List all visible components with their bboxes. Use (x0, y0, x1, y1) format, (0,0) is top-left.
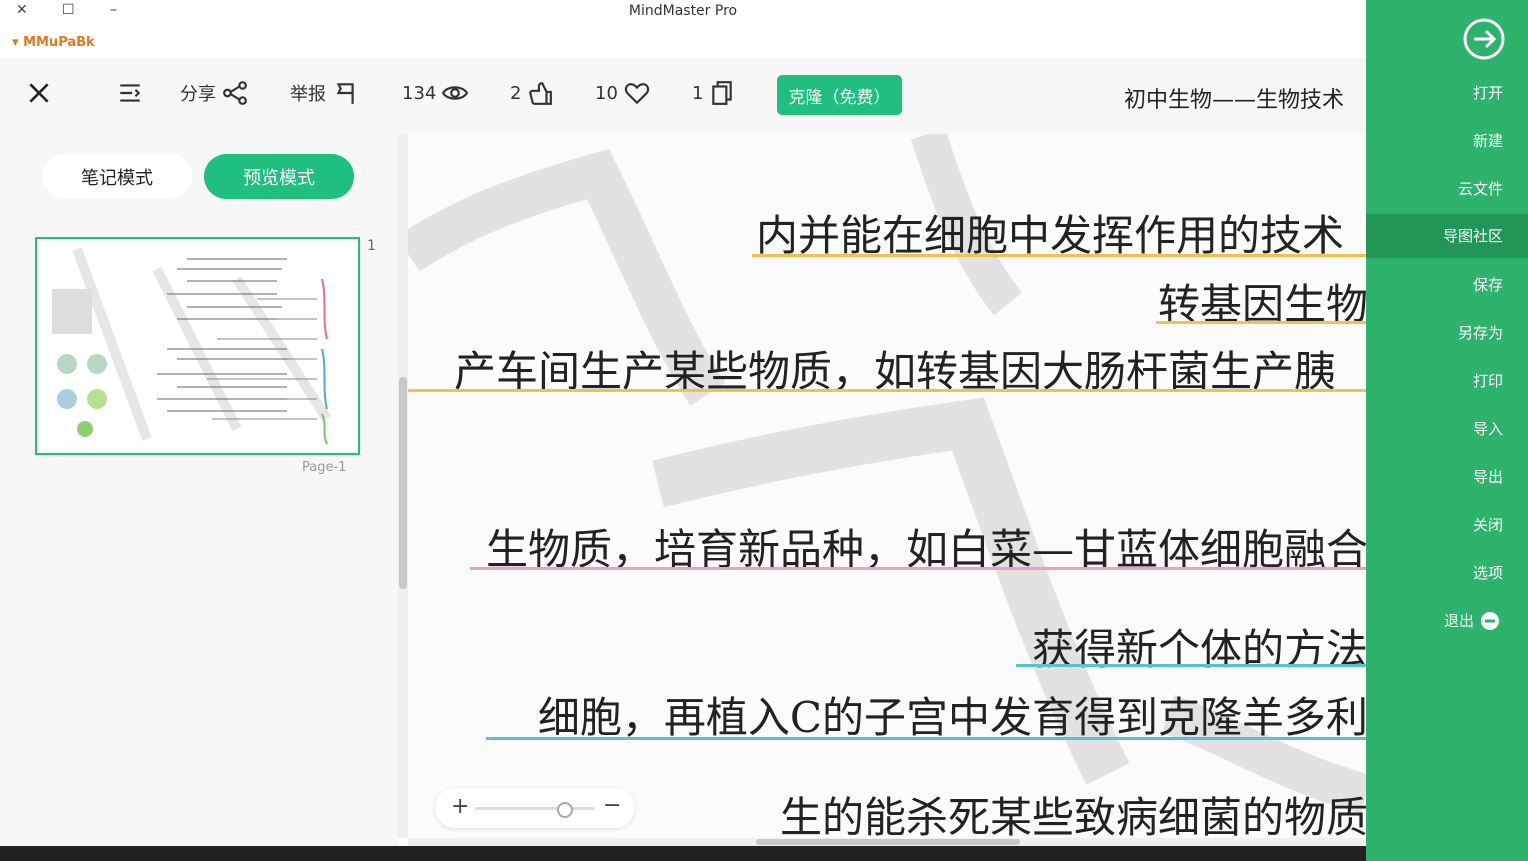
canvas-horizontal-scrollbar[interactable] (408, 838, 1366, 846)
zoom-slider[interactable] (475, 807, 595, 810)
mindmap-canvas[interactable]: 内并能在细胞中发挥作用的技术 转基因生物 产车间生产某些物质，如转基因大肠杆菌生… (408, 134, 1366, 838)
views-counter: 134 (402, 80, 469, 106)
node-connector (752, 254, 1366, 257)
close-preview-button[interactable] (26, 80, 52, 106)
zoom-control: + − (435, 788, 635, 828)
taskbar-strip (0, 846, 1366, 861)
close-icon (29, 83, 49, 103)
page-number: 1 (367, 238, 376, 254)
brand-menu[interactable]: ▾ MMuPaBk (12, 35, 95, 50)
heart-icon (624, 83, 650, 105)
mindmap-node[interactable]: 生的能杀死某些致病细菌的物质 (780, 784, 1366, 838)
menu-close[interactable]: 关闭 (1366, 503, 1528, 547)
thumbs-count: 2 (510, 82, 522, 104)
pages-counter: 1 (692, 80, 735, 106)
node-connector (486, 737, 1366, 740)
node-connector (408, 389, 1366, 392)
zoom-out-button[interactable]: − (603, 793, 621, 818)
exit-icon (1481, 611, 1500, 630)
likes-count: 10 (595, 82, 618, 104)
exit-label: 退出 (1444, 612, 1475, 630)
preview-mode-button[interactable]: 预览模式 (204, 154, 354, 199)
menu-save[interactable]: 保存 (1366, 263, 1528, 307)
share-label: 分享 (180, 84, 216, 105)
panel-scrollbar[interactable] (398, 134, 408, 838)
menu-import[interactable]: 导入 (1366, 407, 1528, 451)
menu-print[interactable]: 打印 (1366, 359, 1528, 403)
share-icon (223, 81, 247, 105)
flag-icon (336, 83, 354, 104)
file-menu-sidebar: 打开 新建 云文件 导图社区 保存 另存为 打印 导入 导出 关闭 选项 退出 (1366, 0, 1528, 861)
menu-save-as[interactable]: 另存为 (1366, 311, 1528, 355)
zoom-in-button[interactable]: + (451, 794, 469, 819)
pages-count: 1 (692, 82, 704, 104)
menu-exit[interactable]: 退出 (1444, 610, 1500, 631)
canvas-scrollbar-thumb[interactable] (756, 839, 1020, 845)
note-mode-button[interactable]: 笔记模式 (42, 154, 192, 199)
views-count: 134 (402, 82, 437, 104)
thumbnail-mindmap-preview (52, 247, 332, 445)
favorite-button[interactable]: 10 (595, 80, 650, 106)
app-title: MindMaster Pro (628, 3, 738, 19)
node-connector (1156, 321, 1366, 324)
mindmap-node[interactable]: 获得新个体的方法 (1032, 616, 1366, 677)
menu-export[interactable]: 导出 (1366, 455, 1528, 499)
menu-open[interactable]: 打开 (1366, 71, 1528, 115)
title-bar: ✕ ☐ – MindMaster Pro ▾ MMuPaBk (0, 0, 1366, 58)
brand-label: MMuPaBk (23, 35, 95, 50)
report-label: 举报 (290, 84, 326, 105)
menu-new[interactable]: 新建 (1366, 119, 1528, 163)
node-connector (1016, 664, 1366, 667)
page-label: Page-1 (302, 460, 347, 475)
menu-options[interactable]: 选项 (1366, 551, 1528, 595)
outline-button[interactable] (117, 80, 143, 106)
eye-icon (442, 86, 469, 100)
thumbs-up-button[interactable]: 2 (510, 80, 553, 106)
outline-icon (120, 84, 141, 102)
mindmap-node[interactable]: 细胞，再植入C的子宫中发育得到克隆羊多利 (538, 684, 1366, 745)
pages-icon (712, 81, 733, 105)
document-title: 初中生物——生物技术 (1123, 88, 1344, 113)
node-connector (470, 567, 1366, 570)
report-button[interactable]: 举报 (290, 80, 358, 106)
share-button[interactable]: 分享 (180, 80, 248, 106)
page-thumbnail[interactable] (35, 237, 360, 455)
thumbs-up-icon (529, 82, 553, 105)
zoom-slider-handle[interactable] (557, 802, 573, 818)
menu-mindmap-community[interactable]: 导图社区 (1366, 214, 1528, 258)
panel-scrollbar-thumb[interactable] (399, 377, 407, 589)
menu-cloud-files[interactable]: 云文件 (1366, 167, 1528, 211)
clone-button[interactable]: 克隆（免费） (777, 75, 902, 115)
back-arrow-icon[interactable] (1463, 18, 1505, 60)
